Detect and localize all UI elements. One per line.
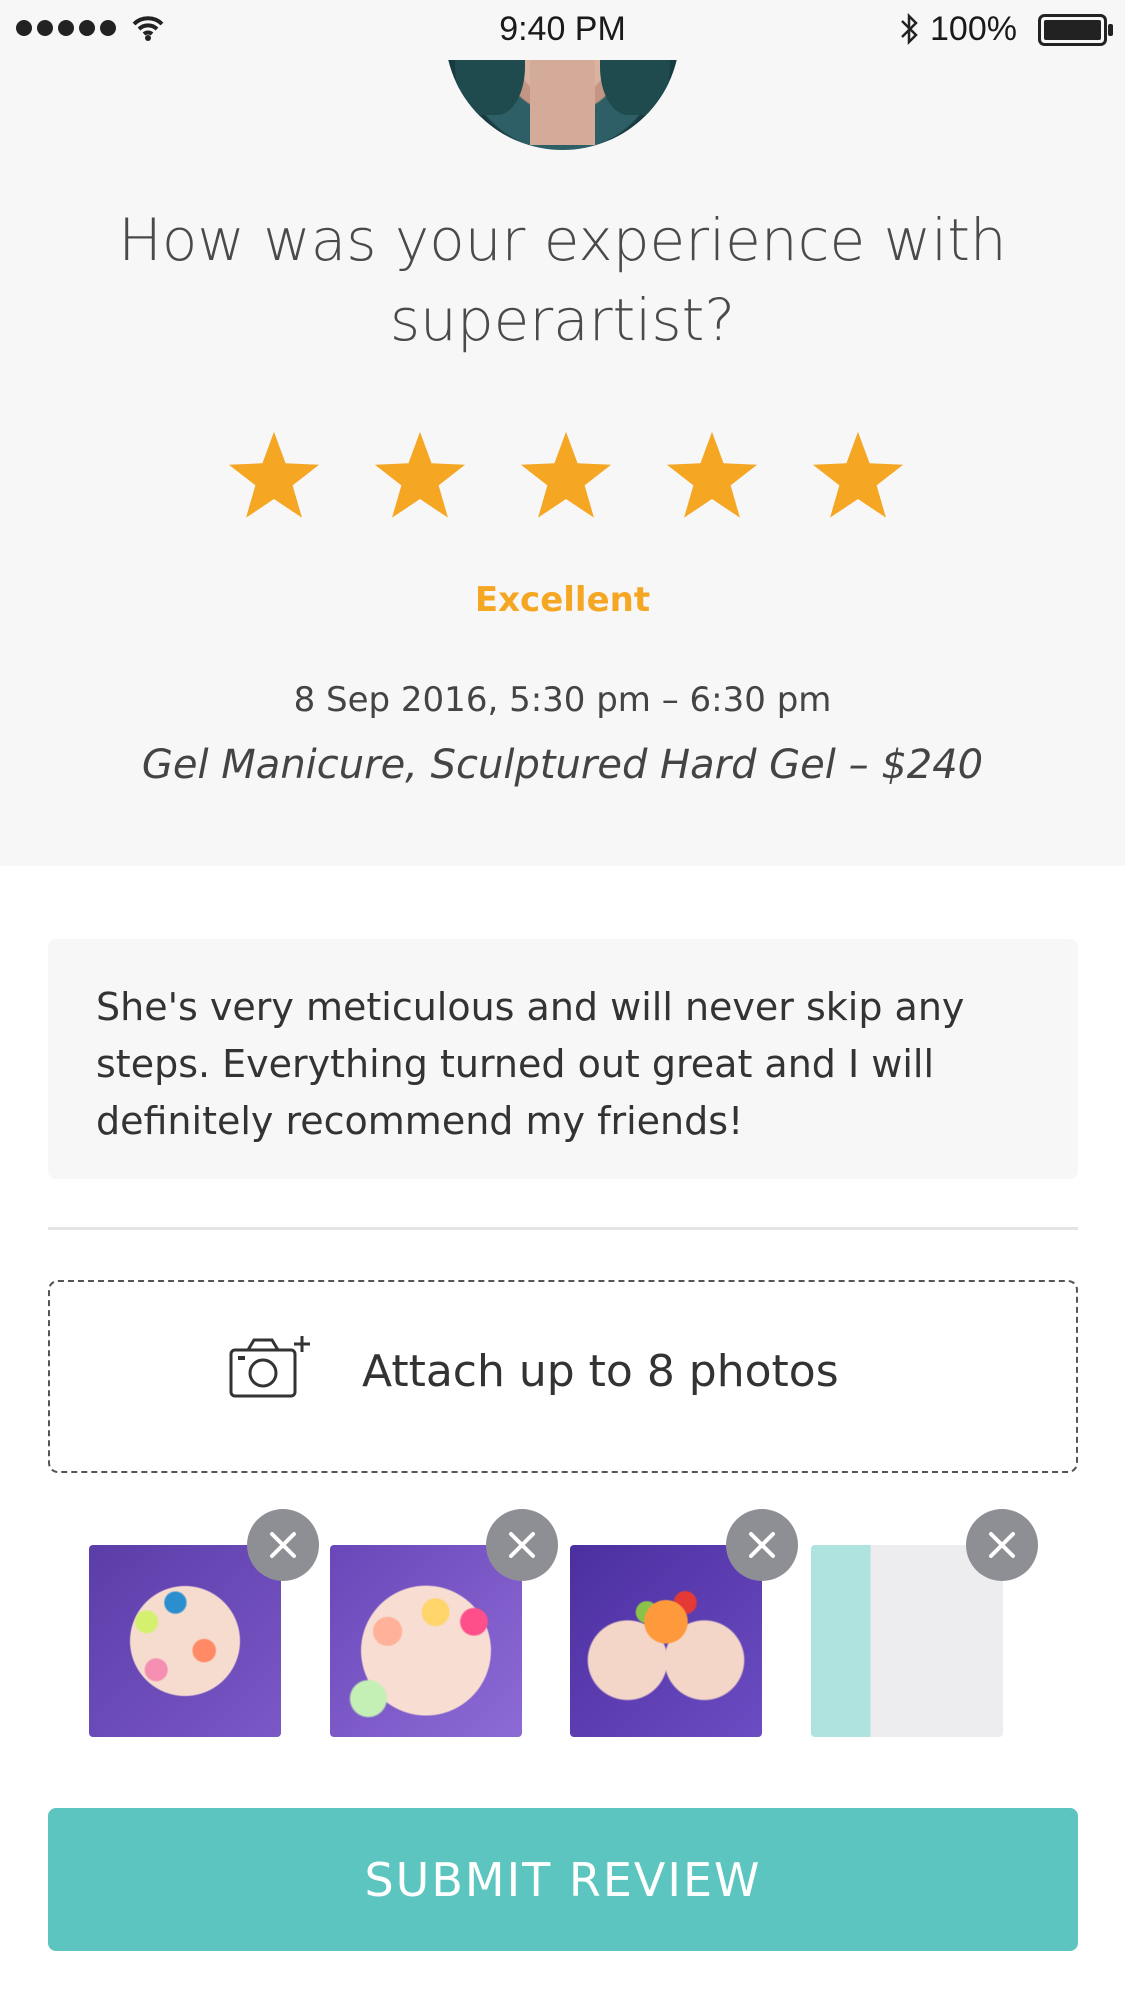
attach-label: Attach up to 8 photos: [362, 1346, 839, 1397]
submit-review-button[interactable]: SUBMIT REVIEW: [48, 1808, 1078, 1951]
star-icon[interactable]: [663, 428, 761, 526]
photo-thumbnail-1[interactable]: [89, 1545, 281, 1737]
review-text-field[interactable]: She's very meticulous and will never ski…: [48, 939, 1078, 1179]
remove-photo-1-button[interactable]: [247, 1509, 319, 1581]
status-bar: 9:40 PM 100%: [0, 0, 1125, 60]
appointment-service: Gel Manicure, Sculptured Hard Gel – $240: [141, 742, 984, 788]
divider: [48, 1227, 1078, 1230]
attach-photos-button[interactable]: Attach up to 8 photos: [48, 1280, 1078, 1473]
photo-thumbnail-2[interactable]: [330, 1545, 522, 1737]
rating-label: Excellent: [474, 580, 651, 620]
star-icon[interactable]: [371, 428, 469, 526]
close-icon: [989, 1532, 1015, 1558]
close-icon: [270, 1532, 296, 1558]
photo-thumbnail-3[interactable]: [570, 1545, 762, 1737]
photo-thumbnail-4[interactable]: [811, 1545, 1003, 1737]
star-icon[interactable]: [225, 428, 323, 526]
remove-photo-3-button[interactable]: [726, 1509, 798, 1581]
bluetooth-icon: [901, 12, 918, 46]
appointment-time: 8 Sep 2016, 5:30 pm – 6:30 pm: [293, 680, 832, 720]
close-icon: [509, 1532, 535, 1558]
star-icon[interactable]: [517, 428, 615, 526]
star-rating[interactable]: [225, 428, 907, 526]
star-icon[interactable]: [809, 428, 907, 526]
camera-add-icon: [229, 1336, 310, 1398]
close-icon: [749, 1532, 775, 1558]
experience-question: How was your experience with superartist…: [118, 206, 1007, 354]
battery-icon: [1038, 14, 1113, 46]
remove-photo-2-button[interactable]: [486, 1509, 558, 1581]
remove-photo-4-button[interactable]: [966, 1509, 1038, 1581]
battery-percentage: 100%: [930, 10, 1017, 48]
